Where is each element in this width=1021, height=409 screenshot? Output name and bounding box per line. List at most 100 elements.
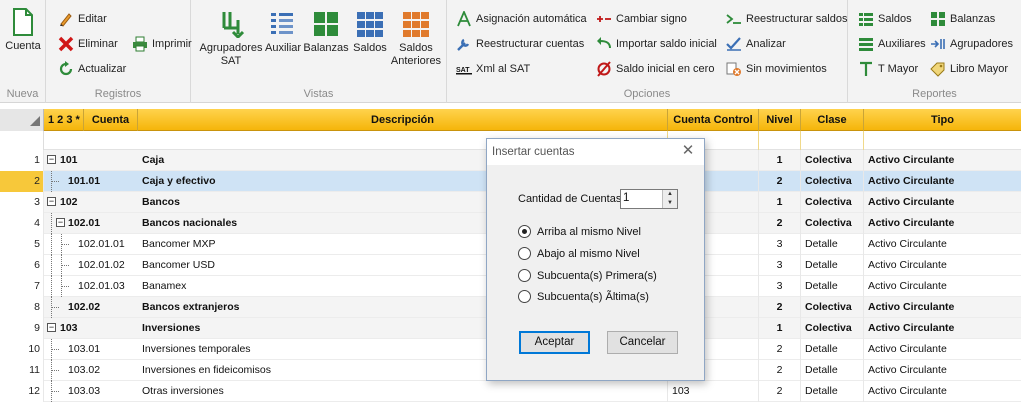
cell-nivel[interactable]: 3: [759, 255, 801, 276]
cell-cuenta[interactable]: 101: [60, 150, 138, 171]
new-account-button[interactable]: Cuenta: [4, 8, 42, 53]
auto-assign-button[interactable]: Asignación automática: [456, 11, 587, 27]
cell-descripcion[interactable]: Otras inversiones: [138, 381, 668, 402]
cell-cuenta[interactable]: 102: [60, 192, 138, 213]
cell-cuenta[interactable]: 103.03: [68, 381, 138, 402]
cell-nivel[interactable]: 2: [759, 213, 801, 234]
close-icon[interactable]: ✕: [680, 143, 696, 159]
cell-tipo[interactable]: Activo Circulante: [864, 360, 1021, 381]
no-movements-button[interactable]: Sin movimientos: [726, 61, 827, 77]
cell-clase[interactable]: Detalle: [801, 234, 864, 255]
cell-nivel[interactable]: 3: [759, 234, 801, 255]
cell-cuenta[interactable]: 101.01: [68, 171, 138, 192]
cell-clase[interactable]: Colectiva: [801, 213, 864, 234]
row-number[interactable]: 2: [0, 171, 44, 192]
cell-tipo[interactable]: Activo Circulante: [864, 192, 1021, 213]
radio-above-same-level[interactable]: Arriba al mismo Nivel: [518, 225, 641, 238]
report-saldos-button[interactable]: Saldos: [858, 11, 912, 27]
cell-cuenta[interactable]: 103.02: [68, 360, 138, 381]
cell-tipo[interactable]: Activo Circulante: [864, 255, 1021, 276]
cell-clase[interactable]: Colectiva: [801, 297, 864, 318]
cell-tipo[interactable]: Activo Circulante: [864, 171, 1021, 192]
xml-sat-button[interactable]: SAT Xml al SAT: [456, 61, 530, 77]
cell-cuenta[interactable]: 103.01: [68, 339, 138, 360]
cell-clase[interactable]: Detalle: [801, 381, 864, 402]
refresh-button[interactable]: Actualizar: [58, 61, 126, 77]
stepper-up-icon[interactable]: ▲: [663, 190, 677, 199]
zero-balance-button[interactable]: Saldo inicial en cero: [596, 61, 714, 77]
sat-groupers-button[interactable]: Agrupadores SAT: [199, 10, 263, 68]
cell-tipo[interactable]: Activo Circulante: [864, 318, 1021, 339]
cancel-button[interactable]: Cancelar: [607, 331, 678, 354]
report-agrupadores-button[interactable]: Agrupadores: [930, 36, 1013, 52]
cell-clase[interactable]: Detalle: [801, 360, 864, 381]
analyze-button[interactable]: Analizar: [726, 36, 786, 52]
cell-nivel[interactable]: 2: [759, 171, 801, 192]
cell-cuenta[interactable]: 102.01.03: [78, 276, 138, 297]
cell-tipo[interactable]: Activo Circulante: [864, 339, 1021, 360]
cell-tipo[interactable]: Activo Circulante: [864, 234, 1021, 255]
radio-below-same-level[interactable]: Abajo al mismo Nivel: [518, 247, 640, 260]
cell-nivel[interactable]: 2: [759, 381, 801, 402]
cell-nivel[interactable]: 3: [759, 276, 801, 297]
edit-button[interactable]: Editar: [58, 11, 107, 27]
column-header-cuenta-control[interactable]: Cuenta Control: [668, 109, 759, 131]
cell-tipo[interactable]: Activo Circulante: [864, 276, 1021, 297]
report-libro-mayor-button[interactable]: Libro Mayor: [930, 61, 1008, 77]
cell-nivel[interactable]: 2: [759, 360, 801, 381]
collapse-icon[interactable]: −: [47, 155, 56, 164]
column-header-cuenta[interactable]: Cuenta: [84, 109, 138, 131]
quantity-value[interactable]: 1: [623, 192, 629, 204]
cell-clase[interactable]: Colectiva: [801, 192, 864, 213]
row-number[interactable]: 12: [0, 381, 44, 402]
row-number[interactable]: 1: [0, 150, 44, 171]
row-number[interactable]: 3: [0, 192, 44, 213]
cell-tipo[interactable]: Activo Circulante: [864, 150, 1021, 171]
import-balance-button[interactable]: Importar saldo inicial: [596, 36, 717, 52]
cell-cuenta[interactable]: 103: [60, 318, 138, 339]
column-header-tipo[interactable]: Tipo: [864, 109, 1021, 131]
change-sign-button[interactable]: Cambiar signo: [596, 11, 687, 27]
row-number[interactable]: 6: [0, 255, 44, 276]
stepper-down-icon[interactable]: ▼: [663, 199, 677, 208]
restructure-balances-button[interactable]: Reestructurar saldos: [726, 11, 848, 27]
cell-clase[interactable]: Colectiva: [801, 171, 864, 192]
cell-nivel[interactable]: 1: [759, 318, 801, 339]
report-balanzas-button[interactable]: Balanzas: [930, 11, 995, 27]
delete-button[interactable]: Eliminar: [58, 36, 118, 52]
cell-clase[interactable]: Colectiva: [801, 150, 864, 171]
cell-nivel[interactable]: 2: [759, 297, 801, 318]
collapse-icon[interactable]: −: [47, 197, 56, 206]
cell-clase[interactable]: Detalle: [801, 276, 864, 297]
previous-balances-button[interactable]: Saldos Anteriores: [389, 10, 443, 68]
row-number[interactable]: 11: [0, 360, 44, 381]
accept-button[interactable]: Aceptar: [519, 331, 590, 354]
row-number[interactable]: 4: [0, 213, 44, 234]
row-number[interactable]: 5: [0, 234, 44, 255]
balances-view-button[interactable]: Balanzas: [303, 10, 349, 55]
cell-tipo[interactable]: Activo Circulante: [864, 297, 1021, 318]
cell-cuenta[interactable]: 102.01: [68, 213, 138, 234]
cell-nivel[interactable]: 2: [759, 339, 801, 360]
radio-first-subaccounts[interactable]: Subcuenta(s) Primera(s): [518, 269, 657, 282]
cell-tipo[interactable]: Activo Circulante: [864, 213, 1021, 234]
cell-nivel[interactable]: 1: [759, 192, 801, 213]
collapse-icon[interactable]: −: [47, 323, 56, 332]
column-header-descripcion[interactable]: Descripción: [138, 109, 668, 131]
quantity-stepper[interactable]: 1 ▲ ▼: [620, 189, 678, 209]
cell-cuenta[interactable]: 102.02: [68, 297, 138, 318]
saldos-view-button[interactable]: Saldos: [353, 10, 387, 55]
report-auxiliares-button[interactable]: Auxiliares: [858, 36, 926, 52]
row-number[interactable]: 10: [0, 339, 44, 360]
row-number[interactable]: 8: [0, 297, 44, 318]
column-header-nivel[interactable]: Nivel: [759, 109, 801, 131]
report-t-mayor-button[interactable]: T Mayor: [858, 61, 918, 77]
row-number[interactable]: 7: [0, 276, 44, 297]
cell-cuenta-control[interactable]: 103: [668, 381, 759, 402]
table-row[interactable]: 12 103.03 Otras inversiones 103 2 Detalle Acti…: [0, 381, 1021, 402]
collapse-icon[interactable]: −: [56, 218, 65, 227]
cell-clase[interactable]: Colectiva: [801, 318, 864, 339]
auxiliar-button[interactable]: Auxiliar: [265, 10, 301, 55]
cell-clase[interactable]: Detalle: [801, 255, 864, 276]
radio-last-subaccounts[interactable]: Subcuenta(s) Ãltima(s): [518, 290, 649, 303]
